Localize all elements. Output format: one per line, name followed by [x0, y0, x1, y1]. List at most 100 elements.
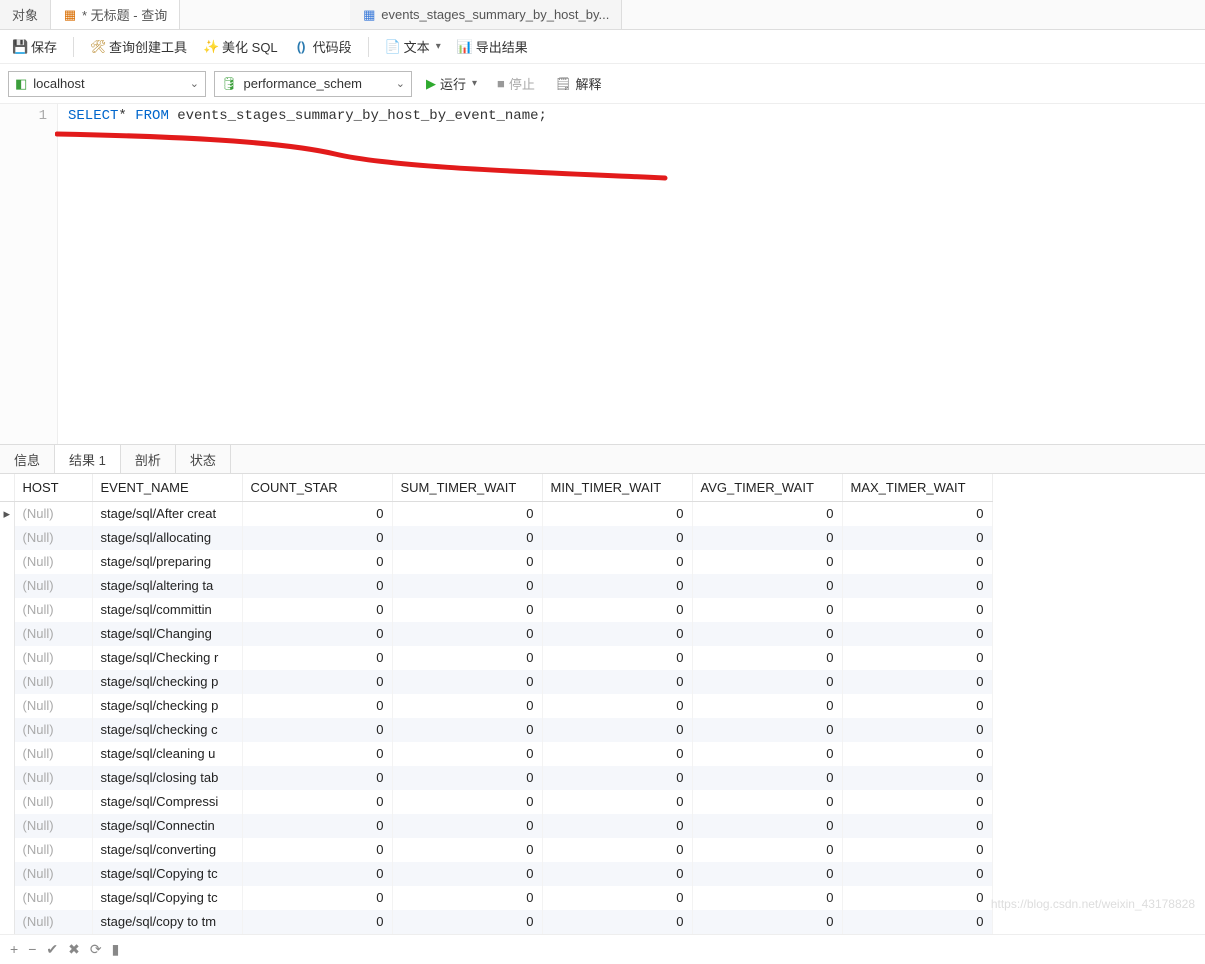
cell-value[interactable]: 0	[692, 790, 842, 814]
cell-value[interactable]: 0	[242, 718, 392, 742]
explain-button[interactable]: 🗒 解释	[549, 72, 608, 95]
cell-event-name[interactable]: stage/sql/Compressi	[92, 790, 242, 814]
cell-value[interactable]: 0	[242, 598, 392, 622]
refresh-button[interactable]: ⟳	[90, 941, 102, 958]
cell-value[interactable]: 0	[242, 622, 392, 646]
col-avg_timer_wait[interactable]: AVG_TIMER_WAIT	[692, 474, 842, 502]
cell-value[interactable]: 0	[542, 862, 692, 886]
cell-value[interactable]: 0	[692, 814, 842, 838]
table-row[interactable]: (Null)stage/sql/preparing 00000	[0, 550, 992, 574]
col-count_star[interactable]: COUNT_STAR	[242, 474, 392, 502]
cell-value[interactable]: 0	[842, 502, 992, 526]
cell-value[interactable]: 0	[842, 838, 992, 862]
cell-value[interactable]: 0	[542, 814, 692, 838]
cell-value[interactable]: 0	[692, 718, 842, 742]
connection-select[interactable]: ◧ localhost ⌄	[8, 71, 206, 97]
tab-profile[interactable]: 剖析	[121, 445, 176, 473]
cell-value[interactable]: 0	[692, 574, 842, 598]
tab-info[interactable]: 信息	[0, 445, 55, 473]
cell-value[interactable]: 0	[242, 862, 392, 886]
sql-editor[interactable]: 1 SELECT* FROM events_stages_summary_by_…	[0, 104, 1205, 444]
cell-value[interactable]: 0	[542, 790, 692, 814]
cell-event-name[interactable]: stage/sql/Checking r	[92, 646, 242, 670]
cell-value[interactable]: 0	[692, 694, 842, 718]
text-button[interactable]: 📄 文本 ▾	[381, 35, 445, 58]
tab-table[interactable]: ▦ events_stages_summary_by_host_by...	[350, 0, 622, 29]
cell-host[interactable]: (Null)	[14, 742, 92, 766]
table-row[interactable]: (Null)stage/sql/checking p00000	[0, 694, 992, 718]
table-row[interactable]: (Null)stage/sql/Copying tc00000	[0, 862, 992, 886]
cell-value[interactable]: 0	[242, 646, 392, 670]
col-min_timer_wait[interactable]: MIN_TIMER_WAIT	[542, 474, 692, 502]
cell-value[interactable]: 0	[542, 742, 692, 766]
tab-status[interactable]: 状态	[176, 445, 231, 473]
cell-value[interactable]: 0	[392, 574, 542, 598]
cell-value[interactable]: 0	[542, 646, 692, 670]
cell-value[interactable]: 0	[242, 526, 392, 550]
cell-value[interactable]: 0	[692, 502, 842, 526]
cell-value[interactable]: 0	[392, 694, 542, 718]
cell-value[interactable]: 0	[842, 574, 992, 598]
cell-value[interactable]: 0	[242, 910, 392, 934]
cell-value[interactable]: 0	[692, 670, 842, 694]
cell-value[interactable]: 0	[392, 814, 542, 838]
table-row[interactable]: (Null)stage/sql/converting00000	[0, 838, 992, 862]
table-row[interactable]: (Null)stage/sql/closing tab00000	[0, 766, 992, 790]
cell-value[interactable]: 0	[542, 694, 692, 718]
cell-value[interactable]: 0	[392, 718, 542, 742]
cell-value[interactable]: 0	[692, 646, 842, 670]
cell-value[interactable]: 0	[842, 814, 992, 838]
stop-button[interactable]: ■ 停止	[491, 72, 541, 95]
cell-value[interactable]: 0	[242, 742, 392, 766]
cell-value[interactable]: 0	[392, 646, 542, 670]
cell-host[interactable]: (Null)	[14, 622, 92, 646]
cell-value[interactable]: 0	[542, 886, 692, 910]
cell-event-name[interactable]: stage/sql/closing tab	[92, 766, 242, 790]
cell-value[interactable]: 0	[242, 694, 392, 718]
cell-value[interactable]: 0	[392, 742, 542, 766]
tab-query[interactable]: ▦ * 无标题 - 查询	[51, 0, 180, 29]
cell-value[interactable]: 0	[842, 598, 992, 622]
cell-value[interactable]: 0	[242, 766, 392, 790]
table-row[interactable]: (Null)stage/sql/Checking r00000	[0, 646, 992, 670]
cell-value[interactable]: 0	[842, 910, 992, 934]
cell-value[interactable]: 0	[542, 502, 692, 526]
cell-value[interactable]: 0	[842, 694, 992, 718]
cell-value[interactable]: 0	[542, 526, 692, 550]
table-row[interactable]: (Null)stage/sql/allocating 00000	[0, 526, 992, 550]
cell-value[interactable]: 0	[392, 670, 542, 694]
cell-value[interactable]: 0	[392, 598, 542, 622]
cell-event-name[interactable]: stage/sql/preparing	[92, 550, 242, 574]
cell-host[interactable]: (Null)	[14, 910, 92, 934]
cell-event-name[interactable]: stage/sql/Copying tc	[92, 886, 242, 910]
cell-value[interactable]: 0	[242, 670, 392, 694]
database-select[interactable]: 🛢 performance_schem ⌄	[214, 71, 412, 97]
cell-value[interactable]: 0	[242, 886, 392, 910]
table-row[interactable]: (Null)stage/sql/altering ta00000	[0, 574, 992, 598]
cell-value[interactable]: 0	[842, 790, 992, 814]
cell-host[interactable]: (Null)	[14, 598, 92, 622]
cell-value[interactable]: 0	[242, 814, 392, 838]
cell-host[interactable]: (Null)	[14, 670, 92, 694]
cell-value[interactable]: 0	[542, 550, 692, 574]
cell-value[interactable]: 0	[542, 910, 692, 934]
cell-value[interactable]: 0	[842, 742, 992, 766]
cell-value[interactable]: 0	[692, 550, 842, 574]
cell-value[interactable]: 0	[692, 862, 842, 886]
table-row[interactable]: (Null)stage/sql/checking c00000	[0, 718, 992, 742]
cell-host[interactable]: (Null)	[14, 766, 92, 790]
tab-objects[interactable]: 对象	[0, 0, 51, 29]
cell-value[interactable]: 0	[542, 766, 692, 790]
cell-value[interactable]: 0	[242, 838, 392, 862]
result-grid[interactable]: HOSTEVENT_NAMECOUNT_STARSUM_TIMER_WAITMI…	[0, 474, 993, 934]
cell-event-name[interactable]: stage/sql/Connectin	[92, 814, 242, 838]
add-row-button[interactable]: +	[10, 941, 18, 957]
table-row[interactable]: (Null)stage/sql/cleaning u00000	[0, 742, 992, 766]
cell-value[interactable]: 0	[392, 550, 542, 574]
table-row[interactable]: (Null)stage/sql/checking p00000	[0, 670, 992, 694]
cell-event-name[interactable]: stage/sql/cleaning u	[92, 742, 242, 766]
cell-host[interactable]: (Null)	[14, 886, 92, 910]
cell-value[interactable]: 0	[542, 598, 692, 622]
apply-button[interactable]: ✔	[46, 941, 58, 958]
cell-value[interactable]: 0	[542, 622, 692, 646]
